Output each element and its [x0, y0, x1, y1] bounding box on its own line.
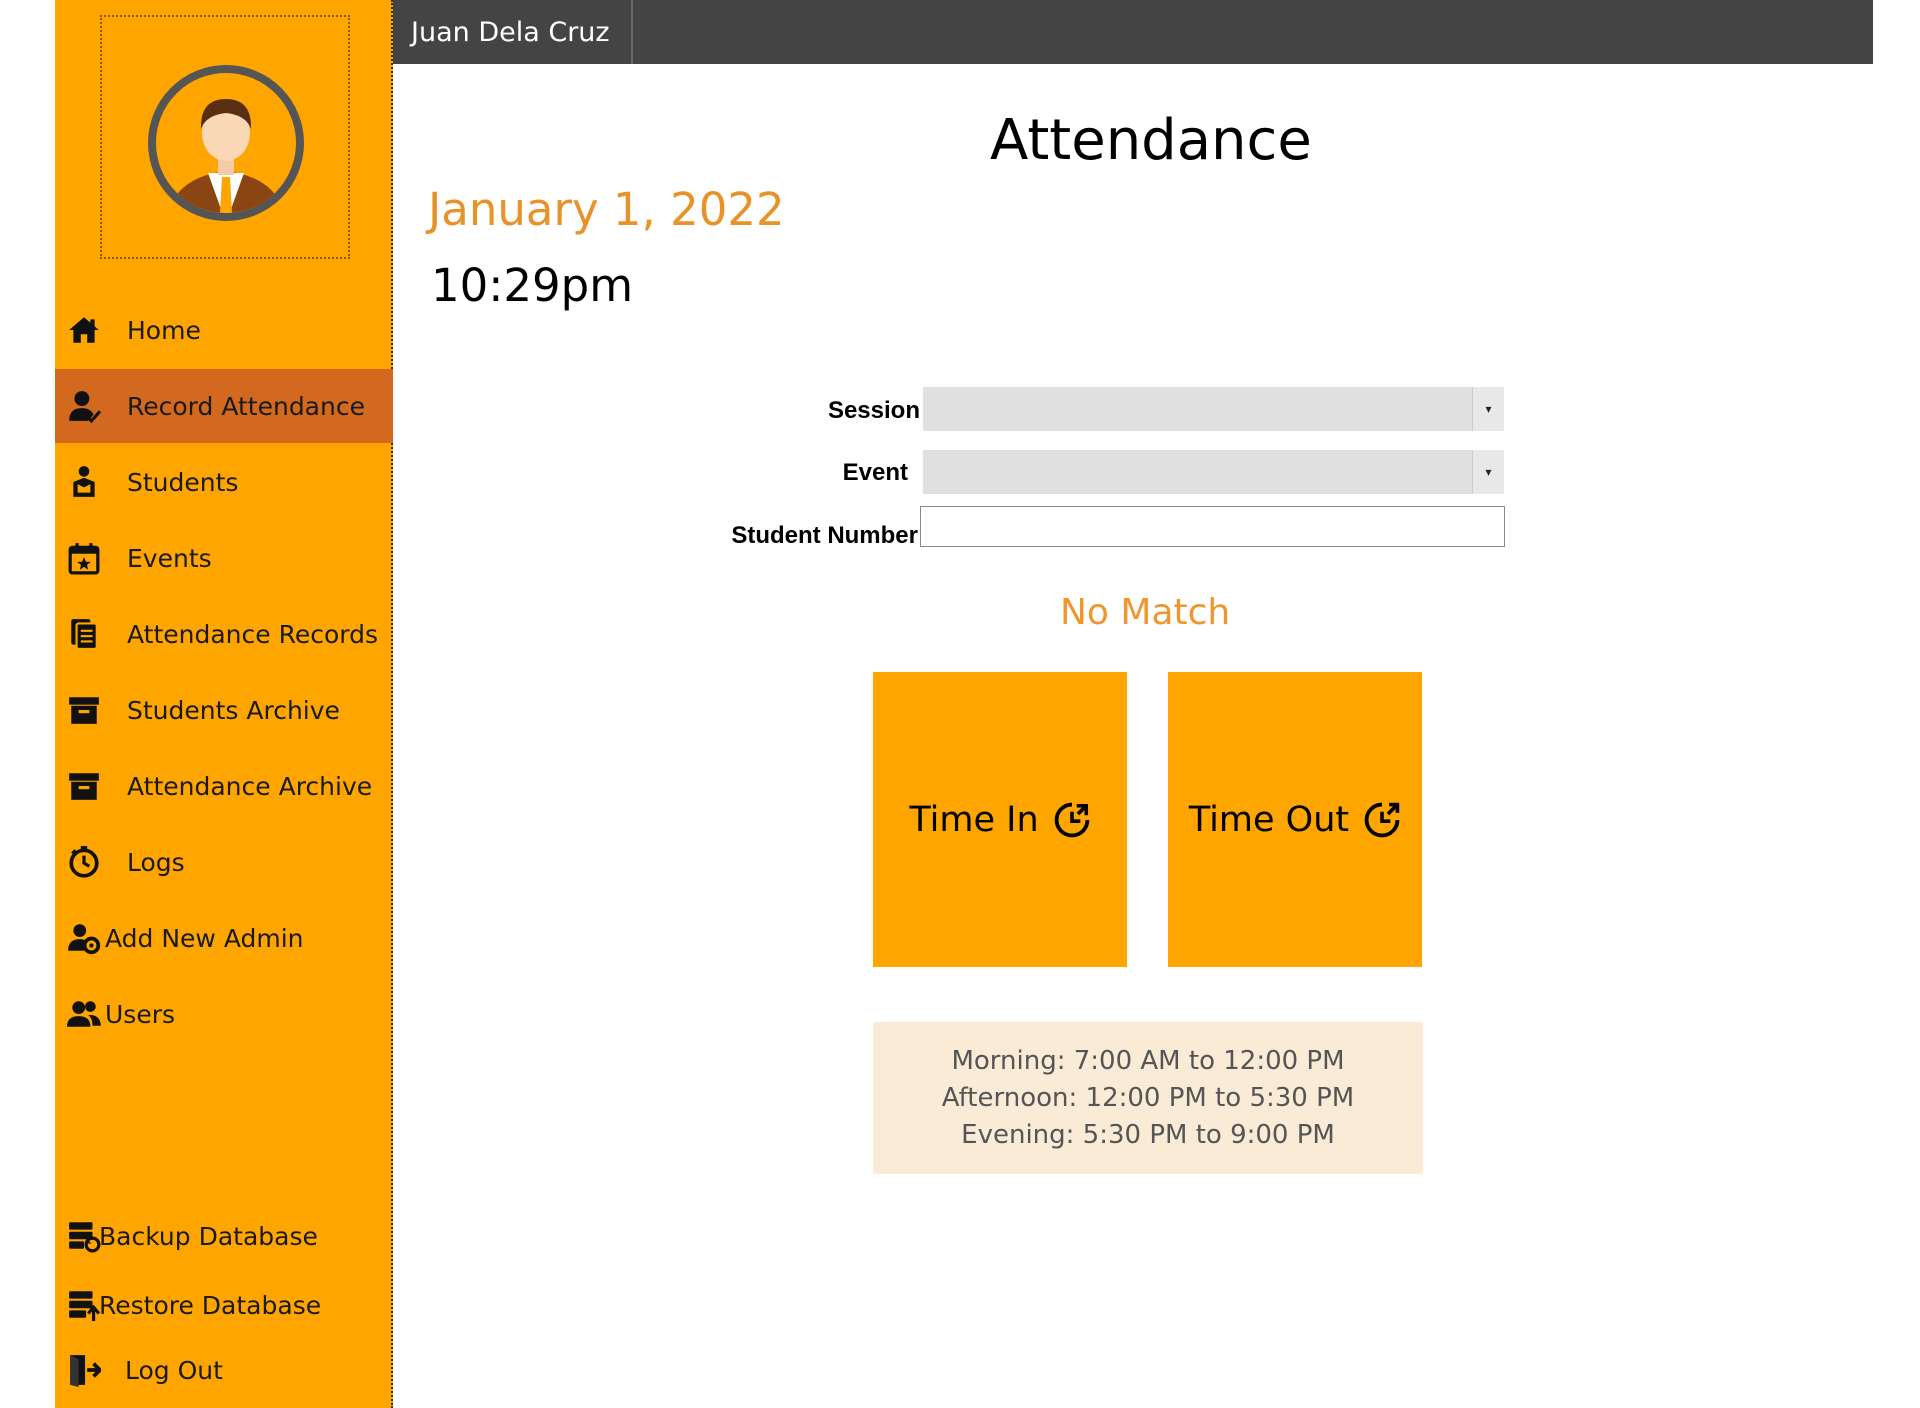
sidebar-item-label: Attendance Archive [127, 771, 373, 801]
sidebar-item-label: Backup Database [99, 1221, 318, 1251]
student-number-label: Student Number [731, 522, 918, 549]
event-label: Event [842, 459, 908, 486]
avatar-frame [100, 15, 350, 259]
clock-out-icon [1364, 802, 1400, 837]
session-label: Session [827, 397, 920, 424]
sidebar-item-home[interactable]: Home [55, 293, 393, 367]
time-out-button[interactable]: Time Out [1168, 672, 1422, 967]
session-select[interactable]: ▾ [923, 387, 1504, 431]
sidebar-item-label: Logs [127, 847, 185, 877]
sidebar-item-users[interactable]: Users [55, 977, 393, 1051]
database-backup-icon [65, 1217, 103, 1255]
sidebar-item-attendance-records[interactable]: Attendance Records [55, 597, 393, 671]
sidebar-item-restore-database[interactable]: Restore Database [55, 1268, 393, 1342]
student-icon [65, 463, 103, 501]
documents-icon [65, 615, 103, 653]
user-tab[interactable]: Juan Dela Cruz [393, 0, 633, 64]
home-icon [65, 311, 103, 349]
time-in-label: Time In [909, 799, 1039, 840]
chevron-down-icon[interactable]: ▾ [1472, 450, 1504, 494]
sidebar-item-attendance-archive[interactable]: Attendance Archive [55, 749, 393, 823]
sidebar-item-label: Home [127, 315, 201, 345]
student-number-input[interactable] [920, 506, 1505, 547]
sidebar-item-label: Students Archive [127, 695, 340, 725]
sidebar-item-students-archive[interactable]: Students Archive [55, 673, 393, 747]
sidebar-item-label: Log Out [125, 1355, 223, 1385]
top-bar: Juan Dela Cruz [393, 0, 1873, 64]
match-status: No Match [1060, 592, 1231, 633]
session-schedule-info: Morning: 7:00 AM to 12:00 PM Afternoon: … [873, 1022, 1423, 1174]
user-name: Juan Dela Cruz [411, 16, 610, 48]
archive-icon [65, 767, 103, 805]
sidebar-item-logs[interactable]: Logs [55, 825, 393, 899]
current-time: 10:29pm [431, 259, 634, 312]
users-icon [65, 995, 103, 1033]
page-title: Attendance [990, 108, 1312, 173]
time-in-button[interactable]: Time In [873, 672, 1127, 967]
schedule-morning: Morning: 7:00 AM to 12:00 PM [951, 1045, 1345, 1076]
sidebar-item-label: Users [105, 999, 176, 1029]
sidebar-item-add-new-admin[interactable]: Add New Admin [55, 901, 393, 975]
user-check-icon [65, 387, 103, 425]
logout-icon [65, 1351, 103, 1389]
sidebar-item-label: Restore Database [99, 1290, 322, 1320]
sidebar-item-record-attendance[interactable]: Record Attendance [55, 369, 393, 443]
sidebar: Home Record Attendance Students Events A… [55, 0, 393, 1408]
sidebar-item-events[interactable]: Events [55, 521, 393, 595]
sidebar-item-label: Students [127, 467, 239, 497]
schedule-afternoon: Afternoon: 12:00 PM to 5:30 PM [941, 1082, 1355, 1113]
user-gear-icon [65, 919, 103, 957]
time-out-label: Time Out [1188, 799, 1350, 840]
sidebar-item-label: Add New Admin [105, 923, 304, 953]
sidebar-item-backup-database[interactable]: Backup Database [55, 1199, 393, 1273]
archive-icon [65, 691, 103, 729]
schedule-evening: Evening: 5:30 PM to 9:00 PM [961, 1119, 1335, 1150]
event-select[interactable]: ▾ [923, 450, 1504, 494]
sidebar-item-label: Record Attendance [127, 391, 365, 421]
clock-in-icon [1054, 802, 1089, 837]
database-restore-icon [65, 1286, 103, 1324]
sidebar-item-students[interactable]: Students [55, 445, 393, 519]
current-date: January 1, 2022 [428, 183, 785, 236]
sidebar-item-label: Attendance Records [127, 619, 379, 649]
sidebar-item-label: Events [127, 543, 212, 573]
chevron-down-icon[interactable]: ▾ [1472, 387, 1504, 431]
avatar [148, 65, 304, 221]
calendar-star-icon [65, 539, 103, 577]
stopwatch-icon [65, 843, 103, 881]
sidebar-item-log-out[interactable]: Log Out [55, 1333, 393, 1407]
